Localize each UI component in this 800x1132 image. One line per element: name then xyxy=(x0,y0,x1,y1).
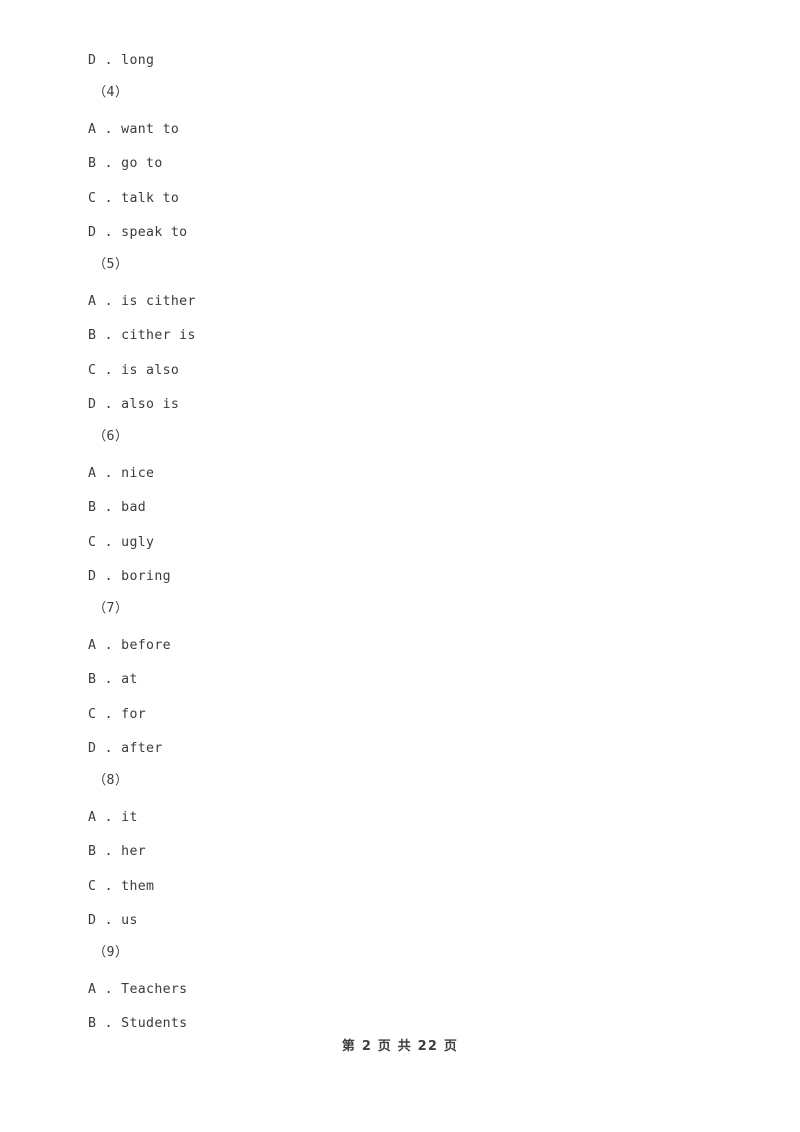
page-footer: 第 2 页 共 22 页 xyxy=(341,1039,459,1054)
answer-option: D . after xyxy=(88,741,163,756)
answer-option: D . boring xyxy=(88,569,171,584)
answer-option: B . go to xyxy=(88,156,163,171)
answer-option: B . her xyxy=(88,844,147,859)
question-number: （9） xyxy=(93,945,129,960)
answer-option: D . also is xyxy=(88,397,180,412)
answer-option: C . for xyxy=(88,707,147,722)
question-number: （8） xyxy=(93,773,129,788)
answer-option: A . Teachers xyxy=(88,982,188,997)
answer-option: C . ugly xyxy=(88,535,155,550)
document-page: D . long （4） A . want to B . go to C . talk … xyxy=(0,0,800,1132)
answer-option: A . want to xyxy=(88,122,180,137)
answer-option: D . long xyxy=(88,53,155,68)
answer-option: A . nice xyxy=(88,466,155,481)
answer-option: B . Students xyxy=(88,1016,188,1031)
question-number: （5） xyxy=(93,257,129,272)
answer-option: C . talk to xyxy=(88,191,180,206)
answer-option: A . before xyxy=(88,638,171,653)
question-number: （7） xyxy=(93,601,129,616)
answer-option: B . cither is xyxy=(88,328,196,343)
answer-option: A . it xyxy=(88,810,138,825)
answer-option: B . at xyxy=(88,672,138,687)
question-number: （6） xyxy=(93,429,129,444)
answer-option: C . them xyxy=(88,879,155,894)
answer-option: D . speak to xyxy=(88,225,188,240)
answer-option: A . is cither xyxy=(88,294,196,309)
answer-option: B . bad xyxy=(88,500,147,515)
question-number: （4） xyxy=(93,85,129,100)
answer-option: C . is also xyxy=(88,363,180,378)
answer-option: D . us xyxy=(88,913,138,928)
